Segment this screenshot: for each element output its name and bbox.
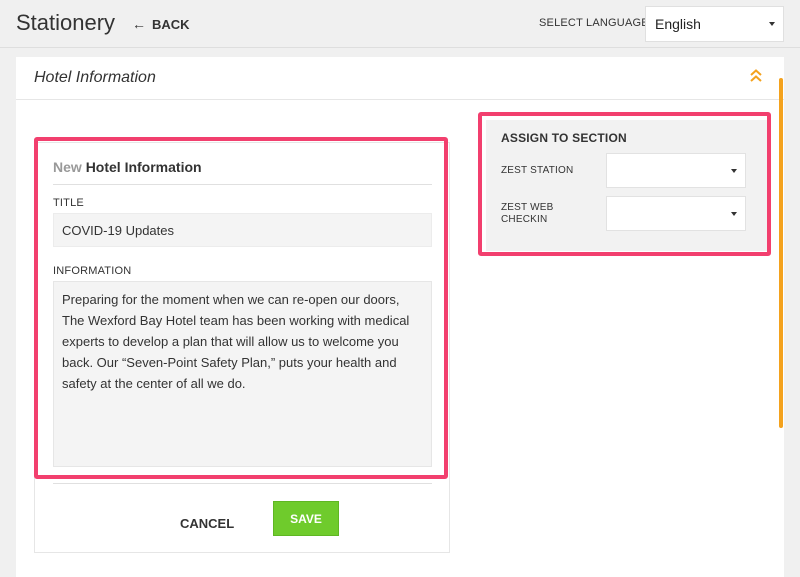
back-label: BACK — [152, 16, 190, 32]
assign-to-section: ASSIGN TO SECTION ZEST STATION ZEST WEB … — [486, 120, 768, 251]
language-select[interactable]: English — [645, 6, 784, 42]
title-label: TITLE — [53, 197, 84, 209]
caret-down-icon — [731, 168, 737, 173]
zest-web-checkin-label-line1: ZEST WEB — [501, 202, 554, 213]
hotel-info-form: New Hotel Information TITLE COVID-19 Upd… — [34, 142, 450, 553]
title-input[interactable]: COVID-19 Updates — [53, 213, 432, 247]
title-input-value: COVID-19 Updates — [62, 222, 174, 238]
scrollbar[interactable] — [779, 78, 783, 428]
caret-down-icon — [731, 211, 737, 216]
language-value: English — [655, 16, 701, 32]
panel-title: Hotel Information — [34, 69, 156, 86]
top-bar: Stationery ← BACK SELECT LANGUAGE Englis… — [0, 0, 800, 48]
information-textarea[interactable]: Preparing for the moment when we can re-… — [53, 281, 432, 467]
zest-web-checkin-label-line2: CHECKIN — [501, 214, 548, 225]
assign-title: ASSIGN TO SECTION — [501, 131, 627, 145]
form-heading-prefix: New — [53, 159, 82, 175]
cancel-button[interactable]: CANCEL — [180, 516, 234, 531]
app-title: Stationery — [16, 10, 116, 35]
information-label: INFORMATION — [53, 265, 132, 277]
caret-down-icon — [769, 22, 775, 26]
double-chevron-up-icon[interactable] — [750, 69, 762, 83]
zest-web-checkin-label: ZEST WEB CHECKIN — [501, 202, 554, 226]
hotel-information-panel: Hotel Information New Hotel Information … — [16, 57, 784, 577]
arrow-left-icon: ← — [132, 16, 146, 32]
zest-station-label: ZEST STATION — [501, 165, 574, 176]
form-heading: New Hotel Information — [53, 159, 202, 175]
zest-station-select[interactable] — [606, 153, 746, 188]
save-button[interactable]: SAVE — [273, 501, 339, 536]
form-heading-main: Hotel Information — [85, 159, 202, 175]
language-label: SELECT LANGUAGE — [539, 17, 649, 29]
back-button[interactable]: ← BACK — [132, 16, 190, 32]
zest-web-checkin-select[interactable] — [606, 196, 746, 231]
divider — [53, 184, 432, 185]
divider — [53, 483, 432, 484]
panel-header: Hotel Information — [16, 57, 784, 100]
